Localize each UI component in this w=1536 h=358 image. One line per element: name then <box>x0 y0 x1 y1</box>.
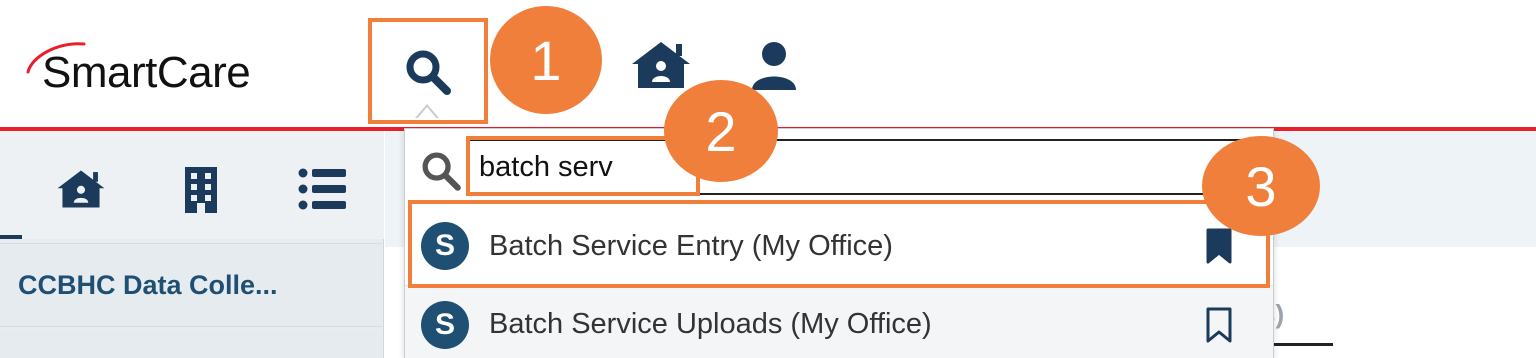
user-icon <box>752 42 796 90</box>
list-icon <box>298 168 346 210</box>
sidebar-building-button[interactable] <box>182 167 220 218</box>
dropdown-search-icon-wrap <box>419 149 463 193</box>
logo-text: SmartCare <box>42 48 251 97</box>
search-dropdown: S Batch Service Entry (My Office) S Batc… <box>404 128 1274 358</box>
result-label: Batch Service Uploads (My Office) <box>489 308 932 340</box>
sidebar-list-button[interactable] <box>298 167 346 216</box>
callout-badge-1: 1 <box>490 6 602 114</box>
home-icon <box>57 170 105 208</box>
result-label: Batch Service Entry (My Office) <box>489 229 893 262</box>
search-input[interactable] <box>467 139 1247 195</box>
search-result-row[interactable]: S Batch Service Entry (My Office) <box>405 207 1273 285</box>
sidebar-active-indicator <box>0 235 22 239</box>
bookmark-outline-icon[interactable] <box>1205 307 1233 343</box>
sidebar-item-empty[interactable] <box>0 331 382 358</box>
sidebar-home-button[interactable] <box>56 167 106 216</box>
callout-badge-3: 3 <box>1202 136 1320 236</box>
search-icon <box>406 50 451 95</box>
building-icon <box>185 167 217 213</box>
smartcare-screen: SmartCare CCBHC Data Colle... batch serv… <box>0 0 1536 358</box>
result-type-badge: S <box>421 222 469 270</box>
header-user-button[interactable] <box>748 40 800 92</box>
search-result-row[interactable]: S Batch Service Uploads (My Office) <box>405 285 1273 358</box>
search-icon <box>422 152 461 191</box>
left-sidebar: CCBHC Data Colle... <box>0 131 384 358</box>
home-icon <box>632 42 690 88</box>
sidebar-item-label: CCBHC Data Colle... <box>18 269 278 300</box>
callout-badge-2: 2 <box>664 80 778 182</box>
sidebar-item-ccbhc[interactable]: CCBHC Data Colle... <box>0 243 382 327</box>
dropdown-caret-inner <box>417 107 437 119</box>
smartcare-logo[interactable]: SmartCare <box>26 40 328 110</box>
bookmark-filled-icon[interactable] <box>1205 228 1233 264</box>
sidebar-icon-bar <box>0 131 384 239</box>
header-home-button[interactable] <box>630 40 692 90</box>
result-type-badge: S <box>421 300 469 349</box>
